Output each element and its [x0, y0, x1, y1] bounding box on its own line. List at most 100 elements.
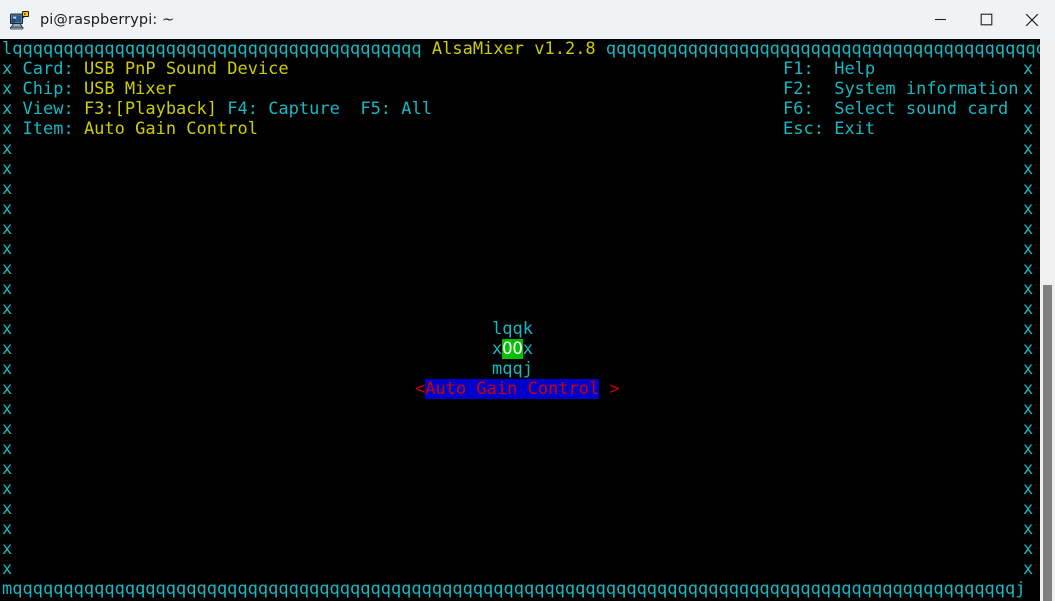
card-value: USB PnP Sound Device: [83, 59, 289, 79]
chip-label: Chip:: [22, 79, 74, 99]
mixer-control-box-middle[interactable]: xOOx: [492, 339, 533, 359]
window-controls: [917, 0, 1055, 39]
border-right-5: x: [1023, 139, 1034, 159]
border-left-10: x: [2, 239, 13, 259]
item-value: Auto Gain Control: [83, 119, 258, 139]
border-left-2: x: [2, 79, 13, 99]
border-left-1: x: [2, 59, 13, 79]
tui-row-chip: x Chip: USB Mixer: [2, 79, 176, 99]
toggle-indicator-on[interactable]: OO: [502, 339, 523, 359]
view-mode-playback[interactable]: F3:[Playback]: [84, 99, 217, 119]
border-left-12: x: [2, 279, 13, 299]
mixer-control-box-top: lqqk: [492, 319, 533, 339]
tui-bottom-border: mqqqqqqqqqqqqqqqqqqqqqqqqqqqqqqqqqqqqqqq…: [2, 579, 1026, 599]
view-mode-all[interactable]: F5: All: [360, 99, 432, 119]
border-right-2-wrap: x: [1023, 79, 1033, 99]
border-left-11: x: [2, 259, 13, 279]
border-right-11: x: [1023, 259, 1034, 279]
border-right-4: x: [1023, 119, 1034, 139]
border-left-22: x: [2, 479, 13, 499]
border-corner-bottom-right: j: [1015, 579, 1026, 599]
maximize-button[interactable]: [963, 0, 1009, 39]
help-row-4: Esc: Exit: [783, 119, 875, 139]
view-label: View:: [22, 99, 74, 119]
border-right-18: x: [1023, 399, 1034, 419]
terminal-screen[interactable]: lqqqqqqqqqqqqqqqqqqqqqqqqqqqqqqqqqqqqqqq…: [0, 39, 1040, 601]
border-right-8: x: [1023, 199, 1034, 219]
putty-window: pi@raspberrypi: ~ lqqqqqqqqqqqqqqqqqqqqq…: [0, 0, 1055, 601]
help-key-esc: Esc:: [783, 119, 824, 139]
border-bottom-fill: qqqqqqqqqqqqqqqqqqqqqqqqqqqqqqqqqqqqqqqq…: [12, 579, 1016, 599]
border-right-20: x: [1023, 439, 1034, 459]
mixer-control-label-row[interactable]: <Auto Gain Control >: [415, 379, 620, 399]
app-title: AlsaMixer v1.2.8: [431, 39, 596, 59]
border-left-16: x: [2, 359, 13, 379]
maximize-icon: [980, 13, 992, 26]
border-left-24: x: [2, 519, 13, 539]
card-label: Card:: [22, 59, 74, 79]
border-right-26: x: [1023, 559, 1034, 579]
border-right-25: x: [1023, 539, 1034, 559]
terminal-scrollbar[interactable]: [1040, 39, 1055, 601]
border-right-21: x: [1023, 459, 1034, 479]
border-left-21: x: [2, 459, 13, 479]
border-right-9: x: [1023, 219, 1034, 239]
title-bar-left: pi@raspberrypi: ~: [0, 0, 917, 39]
border-left-14: x: [2, 319, 13, 339]
border-left-4: x: [2, 119, 13, 139]
window-title: pi@raspberrypi: ~: [40, 11, 175, 28]
tui-row-item: x Item: Auto Gain Control: [2, 119, 258, 139]
tui-top-border: lqqqqqqqqqqqqqqqqqqqqqqqqqqqqqqqqqqqqqqq…: [2, 39, 1040, 59]
item-label: Item:: [22, 119, 74, 139]
tui-row-view: x View: F3:[Playback] F4: Capture F5: Al…: [2, 99, 432, 119]
border-right-1: x: [1023, 59, 1034, 79]
border-right-23: x: [1023, 499, 1034, 519]
close-button[interactable]: [1009, 0, 1055, 39]
border-right-15: x: [1023, 339, 1034, 359]
border-right-7: x: [1023, 179, 1034, 199]
border-right-3: x: [1023, 99, 1034, 119]
help-desc-esc: Exit: [834, 119, 876, 139]
border-right-22: x: [1023, 479, 1034, 499]
help-row-3: F6: Select sound card: [783, 99, 1008, 119]
border-right-4-wrap: x: [1023, 119, 1033, 139]
border-left-15: x: [2, 339, 13, 359]
border-left-3: x: [2, 99, 13, 119]
alsamixer-tui: lqqqqqqqqqqqqqqqqqqqqqqqqqqqqqqqqqqqqqqq…: [0, 39, 1040, 601]
view-mode-capture[interactable]: F4: Capture: [227, 99, 340, 119]
border-right-14: x: [1023, 319, 1034, 339]
scrollbar-thumb[interactable]: [1043, 285, 1052, 601]
border-right-12: x: [1023, 279, 1034, 299]
border-left-19: x: [2, 419, 13, 439]
border-right-24: x: [1023, 519, 1034, 539]
help-desc-f6: Select sound card: [834, 99, 1009, 119]
border-left-18: x: [2, 399, 13, 419]
close-icon: [1025, 13, 1039, 26]
border-left-13: x: [2, 299, 13, 319]
next-control-arrow-icon[interactable]: >: [610, 379, 620, 399]
border-left-6: x: [2, 159, 13, 179]
minimize-icon: [934, 18, 946, 21]
border-top-fill-left: qqqqqqqqqqqqqqqqqqqqqqqqqqqqqqqqqqqqqqqq: [12, 39, 422, 59]
border-right-1-wrap: x: [1023, 59, 1033, 79]
help-key-f1: F1:: [783, 59, 814, 79]
help-key-f6: F6:: [783, 99, 814, 119]
prev-control-arrow-icon[interactable]: <: [415, 379, 425, 399]
chip-value: USB Mixer: [83, 79, 177, 99]
border-right-16: x: [1023, 359, 1034, 379]
border-corner-top-left: l: [2, 39, 13, 59]
border-left-25: x: [2, 539, 13, 559]
title-bar[interactable]: pi@raspberrypi: ~: [0, 0, 1055, 39]
help-row-2: F2: System information: [783, 79, 1018, 99]
border-right-6: x: [1023, 159, 1034, 179]
border-right-19: x: [1023, 419, 1034, 439]
selected-control-name[interactable]: Auto Gain Control: [425, 379, 600, 399]
help-desc-f2: System information: [834, 79, 1019, 99]
minimize-button[interactable]: [917, 0, 963, 39]
border-right-13: x: [1023, 299, 1034, 319]
border-left-5: x: [2, 139, 13, 159]
box-edge-right: x: [522, 339, 533, 359]
border-corner-bottom-left: m: [2, 579, 13, 599]
border-left-20: x: [2, 439, 13, 459]
border-right-17: x: [1023, 379, 1034, 399]
